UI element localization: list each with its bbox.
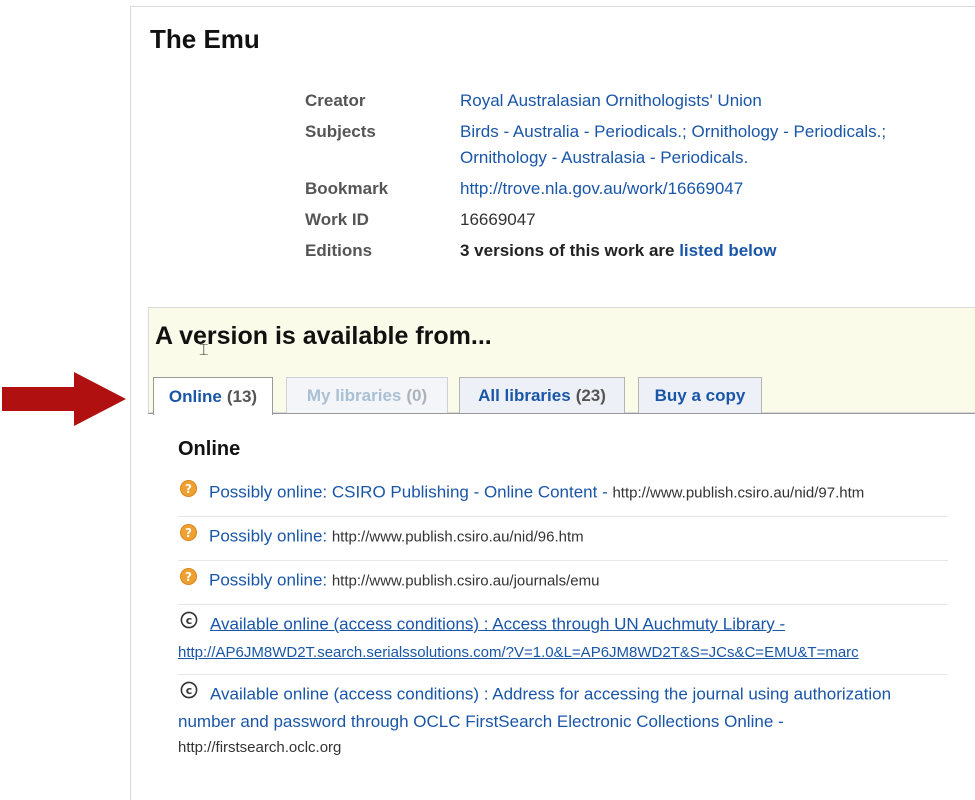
listed-below-link[interactable]: listed below [679, 241, 776, 260]
tab-my-libraries[interactable]: My libraries (0) [286, 377, 448, 413]
resource-url: http://www.publish.csiro.au/nid/97.htm [612, 484, 865, 502]
tab-buy-a-copy[interactable]: Buy a copy [638, 377, 762, 413]
editions-label: Editions [305, 241, 373, 260]
subject-link[interactable]: Birds - Australia - Periodicals. [460, 122, 682, 141]
right-arrow-icon [2, 372, 126, 426]
tab-all-libraries-count: (23) [575, 385, 606, 405]
list-item: ? Possibly online: CSIRO Publishing - On… [178, 473, 948, 517]
svg-text:c: c [186, 614, 193, 627]
copyright-icon: c [180, 611, 198, 636]
tab-online-count: (13) [226, 386, 258, 406]
subjects-row: Subjects Birds - Australia - Periodicals… [305, 119, 965, 171]
question-icon: ? [180, 479, 197, 504]
resource-url[interactable]: http://AP6JM8WD2T.search.serialssolution… [178, 644, 859, 661]
svg-text:?: ? [185, 570, 192, 584]
subjects-label: Subjects [305, 122, 376, 141]
subject-link[interactable]: Ornithology - Periodicals. [691, 122, 881, 141]
list-item: c Available online (access conditions) :… [178, 675, 948, 769]
workid-label: Work ID [305, 210, 369, 229]
creator-row: Creator Royal Australasian Ornithologist… [305, 88, 965, 114]
tab-online[interactable]: Online (13) [153, 377, 273, 415]
list-item: ? Possibly online: http://www.publish.cs… [178, 517, 948, 561]
online-resource-link[interactable]: Available online (access conditions) : A… [178, 684, 891, 731]
text-cursor-icon: ⌶ [199, 340, 209, 359]
bookmark-row: Bookmark http://trove.nla.gov.au/work/16… [305, 176, 965, 202]
editions-row: Editions 3 versions of this work are lis… [305, 238, 965, 264]
copyright-icon: c [180, 681, 198, 706]
tab-buy-a-copy-label: Buy a copy [654, 385, 746, 405]
workid-row: Work ID 16669047 [305, 207, 965, 233]
question-icon: ? [180, 567, 197, 592]
subject-link[interactable]: Ornithology - Australasia - Periodicals. [460, 148, 748, 167]
subject-separator: ; [881, 122, 887, 141]
resource-url: http://www.publish.csiro.au/journals/emu [331, 572, 600, 590]
bookmark-label: Bookmark [305, 179, 389, 198]
editions-text: 3 versions of this work are [460, 241, 675, 260]
tab-my-libraries-label: My libraries [306, 385, 402, 405]
tab-all-libraries[interactable]: All libraries (23) [459, 377, 625, 413]
online-resource-link[interactable]: Possibly online: [209, 526, 332, 545]
online-resource-link[interactable]: Possibly online: CSIRO Publishing - Onli… [209, 482, 612, 501]
tab-my-libraries-count: (0) [406, 385, 428, 405]
online-heading: Online [178, 438, 241, 460]
tab-online-label: Online [168, 386, 222, 406]
online-resource-link[interactable]: Possibly online: [209, 570, 332, 589]
list-item: ? Possibly online: http://www.publish.cs… [178, 561, 948, 605]
record-metadata: Creator Royal Australasian Ornithologist… [305, 88, 965, 269]
creator-link[interactable]: Royal Australasian Ornithologists' Union [460, 91, 762, 110]
subjects-list: Birds - Australia - Periodicals.; Ornith… [460, 119, 965, 171]
online-resource-link[interactable]: Available online (access conditions) : A… [210, 614, 785, 633]
question-icon: ? [180, 523, 197, 548]
online-tab-content: Online ? Possibly online: CSIRO Publishi… [178, 438, 948, 769]
list-item: c Available online (access conditions) :… [178, 605, 948, 675]
page-title: The Emu [150, 24, 260, 54]
svg-text:c: c [186, 684, 193, 697]
svg-text:?: ? [185, 482, 192, 496]
workid-value: 16669047 [460, 210, 536, 229]
bookmark-link[interactable]: http://trove.nla.gov.au/work/16669047 [460, 179, 743, 198]
tab-all-libraries-label: All libraries [478, 385, 571, 405]
svg-text:?: ? [185, 526, 192, 540]
resource-url: http://www.publish.csiro.au/nid/96.htm [331, 528, 584, 546]
resource-url: http://firstsearch.oclc.org [178, 739, 342, 756]
creator-label: Creator [305, 91, 366, 110]
